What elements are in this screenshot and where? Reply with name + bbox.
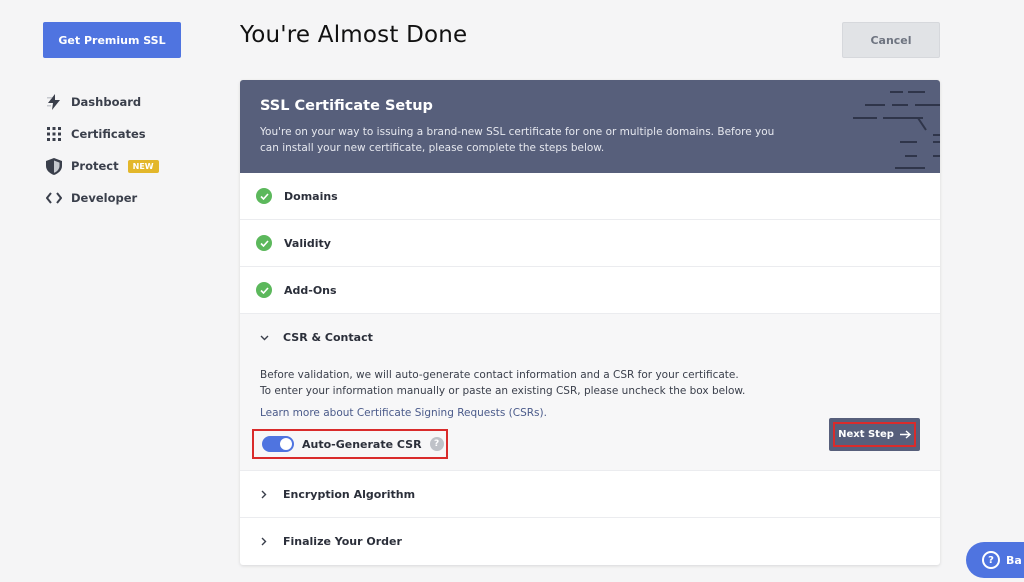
- check-icon: [256, 188, 272, 204]
- step-finalize-order[interactable]: Finalize Your Order: [240, 518, 940, 565]
- decorative-lines-icon: [853, 91, 940, 169]
- check-icon: [256, 282, 272, 298]
- next-step-button[interactable]: Next Step: [829, 418, 920, 451]
- sidebar-item-label: Dashboard: [71, 95, 142, 109]
- get-premium-ssl-button[interactable]: Get Premium SSL: [43, 22, 181, 58]
- step-domains[interactable]: Domains: [240, 173, 940, 220]
- step-validity[interactable]: Validity: [240, 220, 940, 267]
- step-label: CSR & Contact: [283, 331, 373, 344]
- check-icon: [256, 235, 272, 251]
- step-encryption-algorithm[interactable]: Encryption Algorithm: [240, 471, 940, 518]
- step-csr-contact-panel: CSR & Contact Before validation, we will…: [240, 314, 940, 471]
- sidebar-item-label: Developer: [71, 191, 138, 205]
- grid-icon: [45, 125, 63, 143]
- lightning-icon: [45, 93, 63, 111]
- chevron-down-icon: [256, 330, 272, 346]
- learn-more-csr-link[interactable]: Learn more about Certificate Signing Req…: [260, 407, 920, 419]
- step-label: Validity: [284, 236, 331, 250]
- sidebar-item-label: Protect: [71, 159, 119, 173]
- step-label: Encryption Algorithm: [283, 487, 416, 501]
- new-badge: NEW: [127, 159, 159, 173]
- sidebar-nav: Dashboard Certificates Protect NEW Devel…: [45, 86, 225, 214]
- card-header: SSL Certificate Setup You're on your way…: [240, 80, 940, 173]
- cancel-button[interactable]: Cancel: [842, 22, 940, 58]
- help-chat-label: Ba: [1006, 553, 1022, 567]
- arrow-right-icon: [899, 430, 911, 439]
- card-description: You're on your way to issuing a brand-ne…: [260, 126, 775, 154]
- sidebar-item-dashboard[interactable]: Dashboard: [45, 86, 225, 118]
- csr-info-line-1: Before validation, we will auto-generate…: [260, 369, 739, 381]
- chevron-right-icon: [256, 534, 272, 550]
- csr-info-line-2: To enter your information manually or pa…: [260, 385, 746, 397]
- step-csr-contact[interactable]: CSR & Contact: [240, 314, 940, 361]
- sidebar-item-certificates[interactable]: Certificates: [45, 118, 225, 150]
- question-icon: ?: [982, 551, 1000, 569]
- sidebar-item-protect[interactable]: Protect NEW: [45, 150, 225, 182]
- step-label: Domains: [284, 189, 338, 203]
- page-title: You're Almost Done: [240, 22, 468, 48]
- next-step-highlight: Next Step: [833, 422, 916, 447]
- chevron-right-icon: [256, 486, 272, 502]
- question-icon[interactable]: ?: [429, 437, 444, 451]
- step-add-ons[interactable]: Add-Ons: [240, 267, 940, 314]
- ssl-setup-card: SSL Certificate Setup You're on your way…: [240, 80, 940, 565]
- step-label: Finalize Your Order: [283, 535, 402, 548]
- next-step-label: Next Step: [838, 429, 894, 440]
- auto-generate-csr-toggle[interactable]: [262, 436, 294, 452]
- help-chat-button[interactable]: ? Ba: [966, 542, 1024, 578]
- sidebar-item-label: Certificates: [71, 127, 146, 141]
- step-label: Add-Ons: [284, 283, 337, 297]
- auto-generate-csr-highlight: Auto-Generate CSR ?: [252, 429, 448, 459]
- sidebar-item-developer[interactable]: Developer: [45, 182, 225, 214]
- toggle-knob: [280, 438, 292, 450]
- code-icon: [45, 189, 63, 207]
- toggle-label: Auto-Generate CSR: [302, 437, 422, 451]
- shield-icon: [45, 157, 63, 175]
